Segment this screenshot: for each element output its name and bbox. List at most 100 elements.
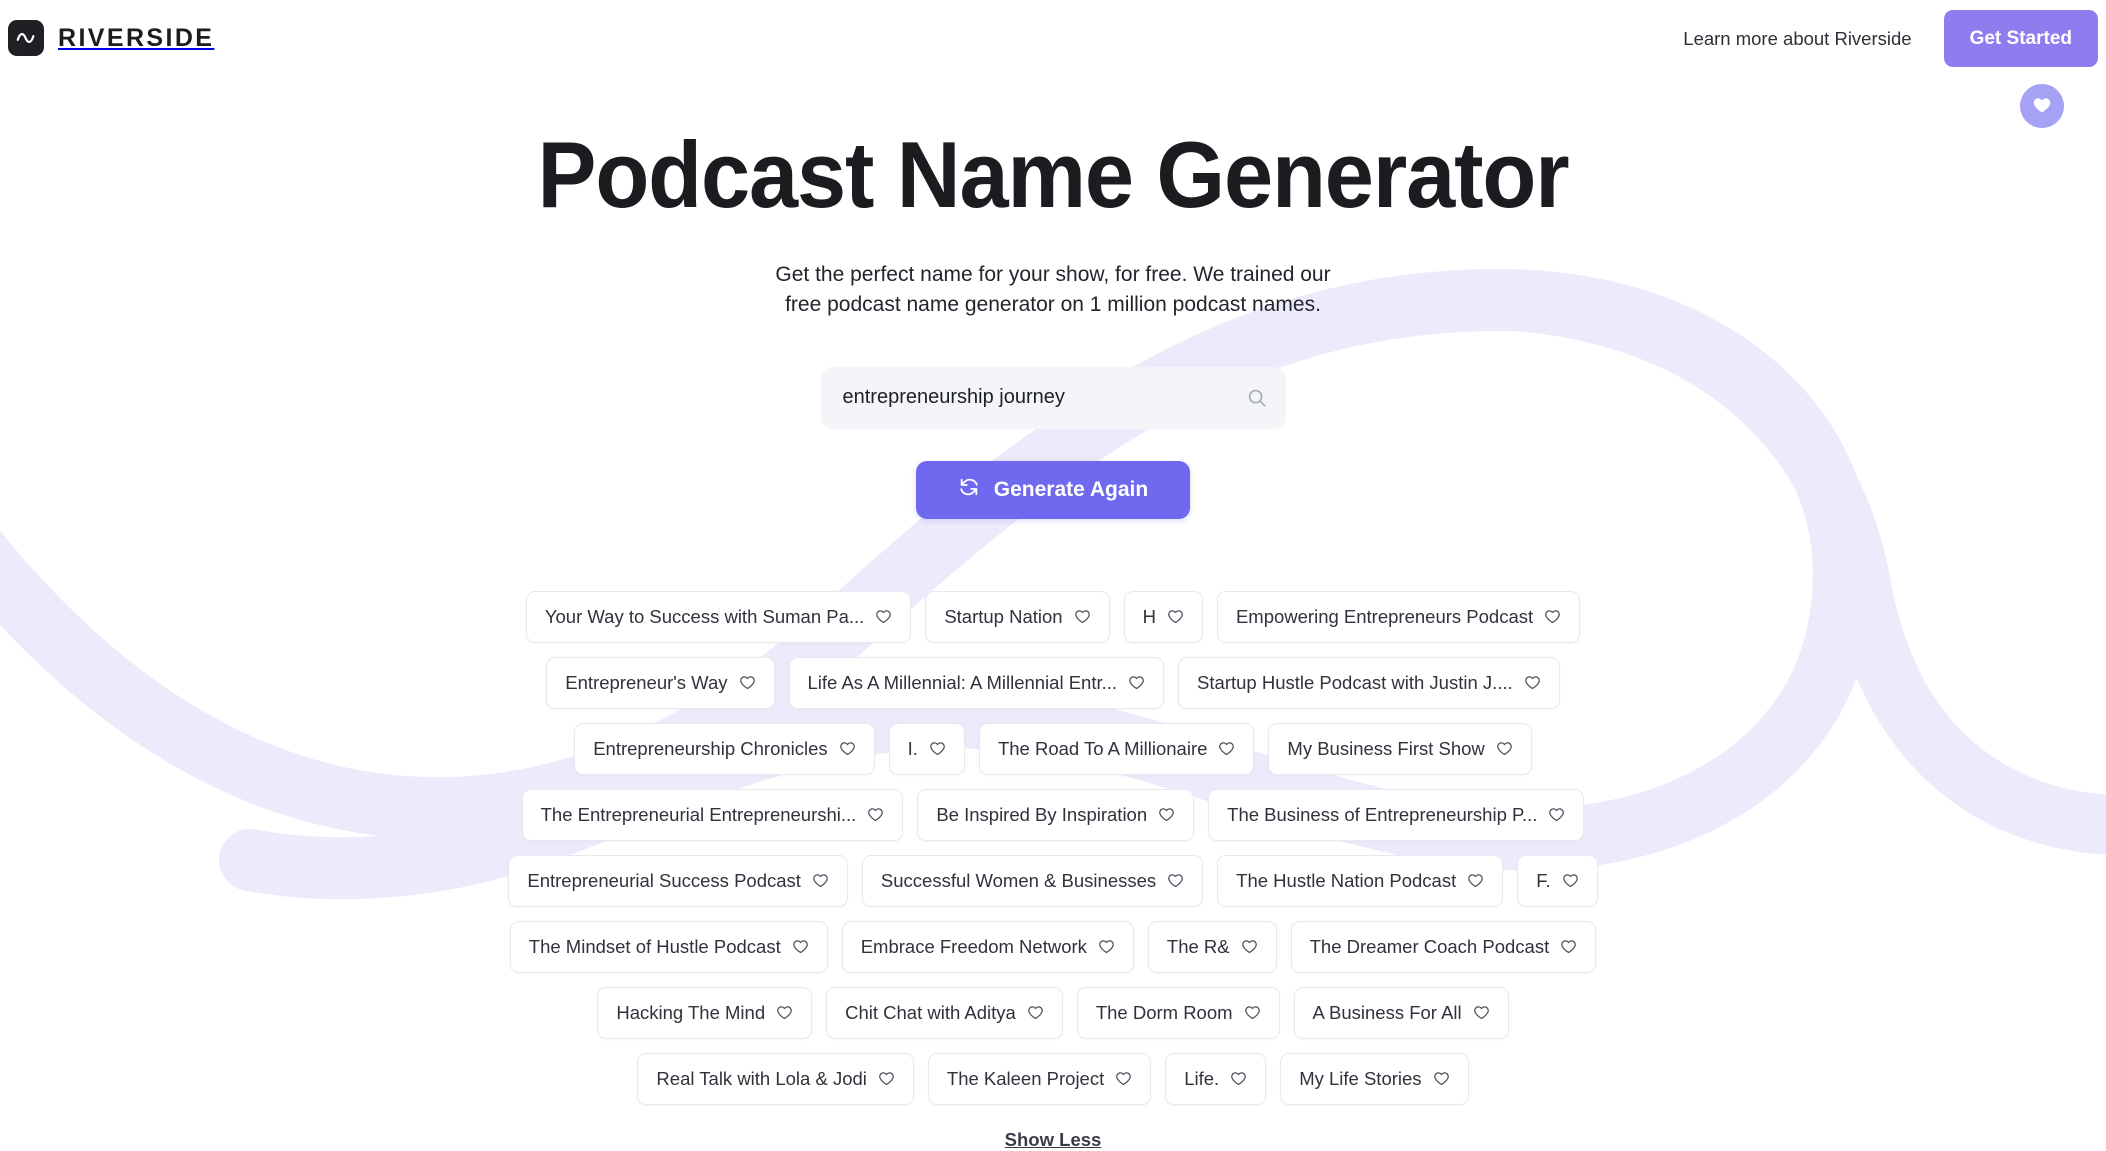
podcast-name-chip[interactable]: I. — [888, 722, 965, 775]
podcast-name-chip[interactable]: F. — [1517, 854, 1598, 907]
heart-outline-icon[interactable] — [878, 1070, 895, 1087]
top-header: RIVERSIDE Learn more about Riverside Get… — [0, 0, 2106, 78]
heart-outline-icon[interactable] — [1158, 806, 1175, 823]
podcast-name-chip[interactable]: The Business of Entrepreneurship P... — [1208, 788, 1585, 841]
podcast-name-label: The Entrepreneurial Entrepreneurshi... — [540, 803, 857, 825]
podcast-name-label: Startup Nation — [944, 605, 1063, 627]
podcast-name-chip[interactable]: The Dorm Room — [1076, 986, 1280, 1039]
podcast-name-label: The Hustle Nation Podcast — [1236, 869, 1457, 891]
heart-outline-icon[interactable] — [1524, 674, 1541, 691]
podcast-name-label: Your Way to Success with Suman Pa... — [544, 605, 865, 627]
heart-outline-icon[interactable] — [792, 938, 809, 955]
podcast-name-chip[interactable]: My Business First Show — [1268, 722, 1532, 775]
podcast-name-chip[interactable]: Embrace Freedom Network — [841, 920, 1134, 973]
search-icon[interactable] — [1246, 387, 1268, 409]
podcast-name-label: My Life Stories — [1299, 1067, 1422, 1089]
podcast-name-chip[interactable]: Your Way to Success with Suman Pa... — [525, 590, 912, 643]
show-less-link[interactable]: Show Less — [1005, 1129, 1102, 1151]
podcast-name-chip[interactable]: Startup Nation — [925, 590, 1110, 643]
search-input[interactable] — [820, 386, 1286, 410]
heart-outline-icon[interactable] — [1167, 872, 1184, 889]
podcast-name-chip[interactable]: Be Inspired By Inspiration — [917, 788, 1195, 841]
heart-outline-icon[interactable] — [1230, 1070, 1247, 1087]
podcast-name-chip[interactable]: The Kaleen Project — [927, 1052, 1152, 1105]
heart-outline-icon[interactable] — [1074, 608, 1091, 625]
podcast-name-label: The Business of Entrepreneurship P... — [1227, 803, 1538, 825]
heart-outline-icon[interactable] — [1098, 938, 1115, 955]
heart-outline-icon[interactable] — [1244, 1004, 1261, 1021]
heart-outline-icon[interactable] — [739, 674, 756, 691]
podcast-name-label: Life. — [1184, 1067, 1220, 1089]
brand-logo[interactable]: RIVERSIDE — [8, 20, 214, 56]
heart-outline-icon[interactable] — [1496, 740, 1513, 757]
heart-outline-icon[interactable] — [1473, 1004, 1490, 1021]
podcast-name-chip[interactable]: Life. — [1165, 1052, 1267, 1105]
podcast-name-label: Successful Women & Businesses — [880, 869, 1157, 891]
header-actions: Learn more about Riverside Get Started — [1683, 10, 2106, 67]
podcast-name-label: Startup Hustle Podcast with Justin J.... — [1197, 671, 1513, 693]
podcast-name-label: The Dreamer Coach Podcast — [1309, 935, 1550, 957]
heart-outline-icon[interactable] — [1241, 938, 1258, 955]
heart-outline-icon[interactable] — [1433, 1070, 1450, 1087]
podcast-name-label: Entrepreneurship Chronicles — [593, 737, 828, 759]
chip-row: Real Talk with Lola & Jodi The Kaleen Pro… — [0, 1052, 2106, 1105]
podcast-name-chip[interactable]: Empowering Entrepreneurs Podcast — [1216, 590, 1581, 643]
podcast-name-chip[interactable]: Chit Chat with Aditya — [826, 986, 1063, 1039]
heart-outline-icon[interactable] — [1027, 1004, 1044, 1021]
podcast-name-chip[interactable]: Real Talk with Lola & Jodi — [637, 1052, 914, 1105]
generate-again-button[interactable]: Generate Again — [915, 460, 1191, 519]
heart-outline-icon[interactable] — [867, 806, 884, 823]
heart-outline-icon[interactable] — [1562, 872, 1579, 889]
podcast-name-label: I. — [907, 737, 918, 759]
chip-row: Entrepreneur's Way Life As A Millennial: … — [0, 656, 2106, 709]
page-title: Podcast Name Generator — [537, 122, 1570, 227]
heart-outline-icon[interactable] — [1467, 872, 1484, 889]
podcast-name-chip[interactable]: Startup Hustle Podcast with Justin J.... — [1178, 656, 1560, 709]
podcast-name-chip[interactable]: My Life Stories — [1280, 1052, 1469, 1105]
podcast-name-chip[interactable]: The Entrepreneurial Entrepreneurshi... — [521, 788, 904, 841]
podcast-name-chip[interactable]: The Mindset of Hustle Podcast — [509, 920, 828, 973]
heart-outline-icon[interactable] — [776, 1004, 793, 1021]
podcast-name-chip[interactable]: Entrepreneurship Chronicles — [574, 722, 875, 775]
podcast-name-label: The Mindset of Hustle Podcast — [528, 935, 781, 957]
podcast-name-label: The Kaleen Project — [946, 1067, 1105, 1089]
podcast-name-chip[interactable]: Hacking The Mind — [597, 986, 813, 1039]
podcast-name-chip[interactable]: The Hustle Nation Podcast — [1217, 854, 1504, 907]
podcast-name-label: H — [1142, 605, 1156, 627]
heart-outline-icon[interactable] — [1548, 806, 1565, 823]
podcast-name-chip[interactable]: The R& — [1147, 920, 1277, 973]
heart-outline-icon[interactable] — [929, 740, 946, 757]
learn-more-link[interactable]: Learn more about Riverside — [1683, 28, 1911, 50]
podcast-name-chip[interactable]: Life As A Millennial: A Millennial Entr.… — [788, 656, 1165, 709]
page-subtitle: Get the perfect name for your show, for … — [775, 263, 1331, 317]
heart-outline-icon[interactable] — [1218, 740, 1235, 757]
favorites-button[interactable] — [2020, 84, 2064, 128]
podcast-name-chip[interactable]: A Business For All — [1293, 986, 1509, 1039]
get-started-button[interactable]: Get Started — [1943, 10, 2098, 67]
podcast-name-label: Embrace Freedom Network — [860, 935, 1087, 957]
heart-outline-icon[interactable] — [1128, 674, 1145, 691]
podcast-name-chip[interactable]: H — [1123, 590, 1203, 643]
podcast-name-chip[interactable]: Entrepreneur's Way — [546, 656, 775, 709]
heart-outline-icon[interactable] — [839, 740, 856, 757]
podcast-name-chip[interactable]: The Road To A Millionaire — [978, 722, 1255, 775]
search-box[interactable] — [820, 366, 1286, 429]
podcast-name-chip[interactable]: Successful Women & Businesses — [861, 854, 1204, 907]
podcast-name-chip[interactable]: Entrepreneurial Success Podcast — [508, 854, 848, 907]
waveform-icon — [8, 20, 44, 56]
refresh-icon — [958, 476, 980, 504]
heart-outline-icon[interactable] — [1167, 608, 1184, 625]
podcast-name-label: Empowering Entrepreneurs Podcast — [1235, 605, 1534, 627]
search-row — [0, 366, 2106, 429]
heart-outline-icon[interactable] — [1115, 1070, 1132, 1087]
heart-outline-icon[interactable] — [1560, 938, 1577, 955]
podcast-name-label: Chit Chat with Aditya — [845, 1001, 1016, 1023]
podcast-name-label: The Road To A Millionaire — [997, 737, 1208, 759]
podcast-name-label: Hacking The Mind — [616, 1001, 766, 1023]
podcast-name-label: Entrepreneurial Success Podcast — [527, 869, 801, 891]
heart-outline-icon[interactable] — [812, 872, 829, 889]
generate-row: Generate Again — [0, 460, 2106, 519]
heart-outline-icon[interactable] — [1544, 608, 1561, 625]
podcast-name-chip[interactable]: The Dreamer Coach Podcast — [1290, 920, 1597, 973]
heart-outline-icon[interactable] — [875, 608, 892, 625]
